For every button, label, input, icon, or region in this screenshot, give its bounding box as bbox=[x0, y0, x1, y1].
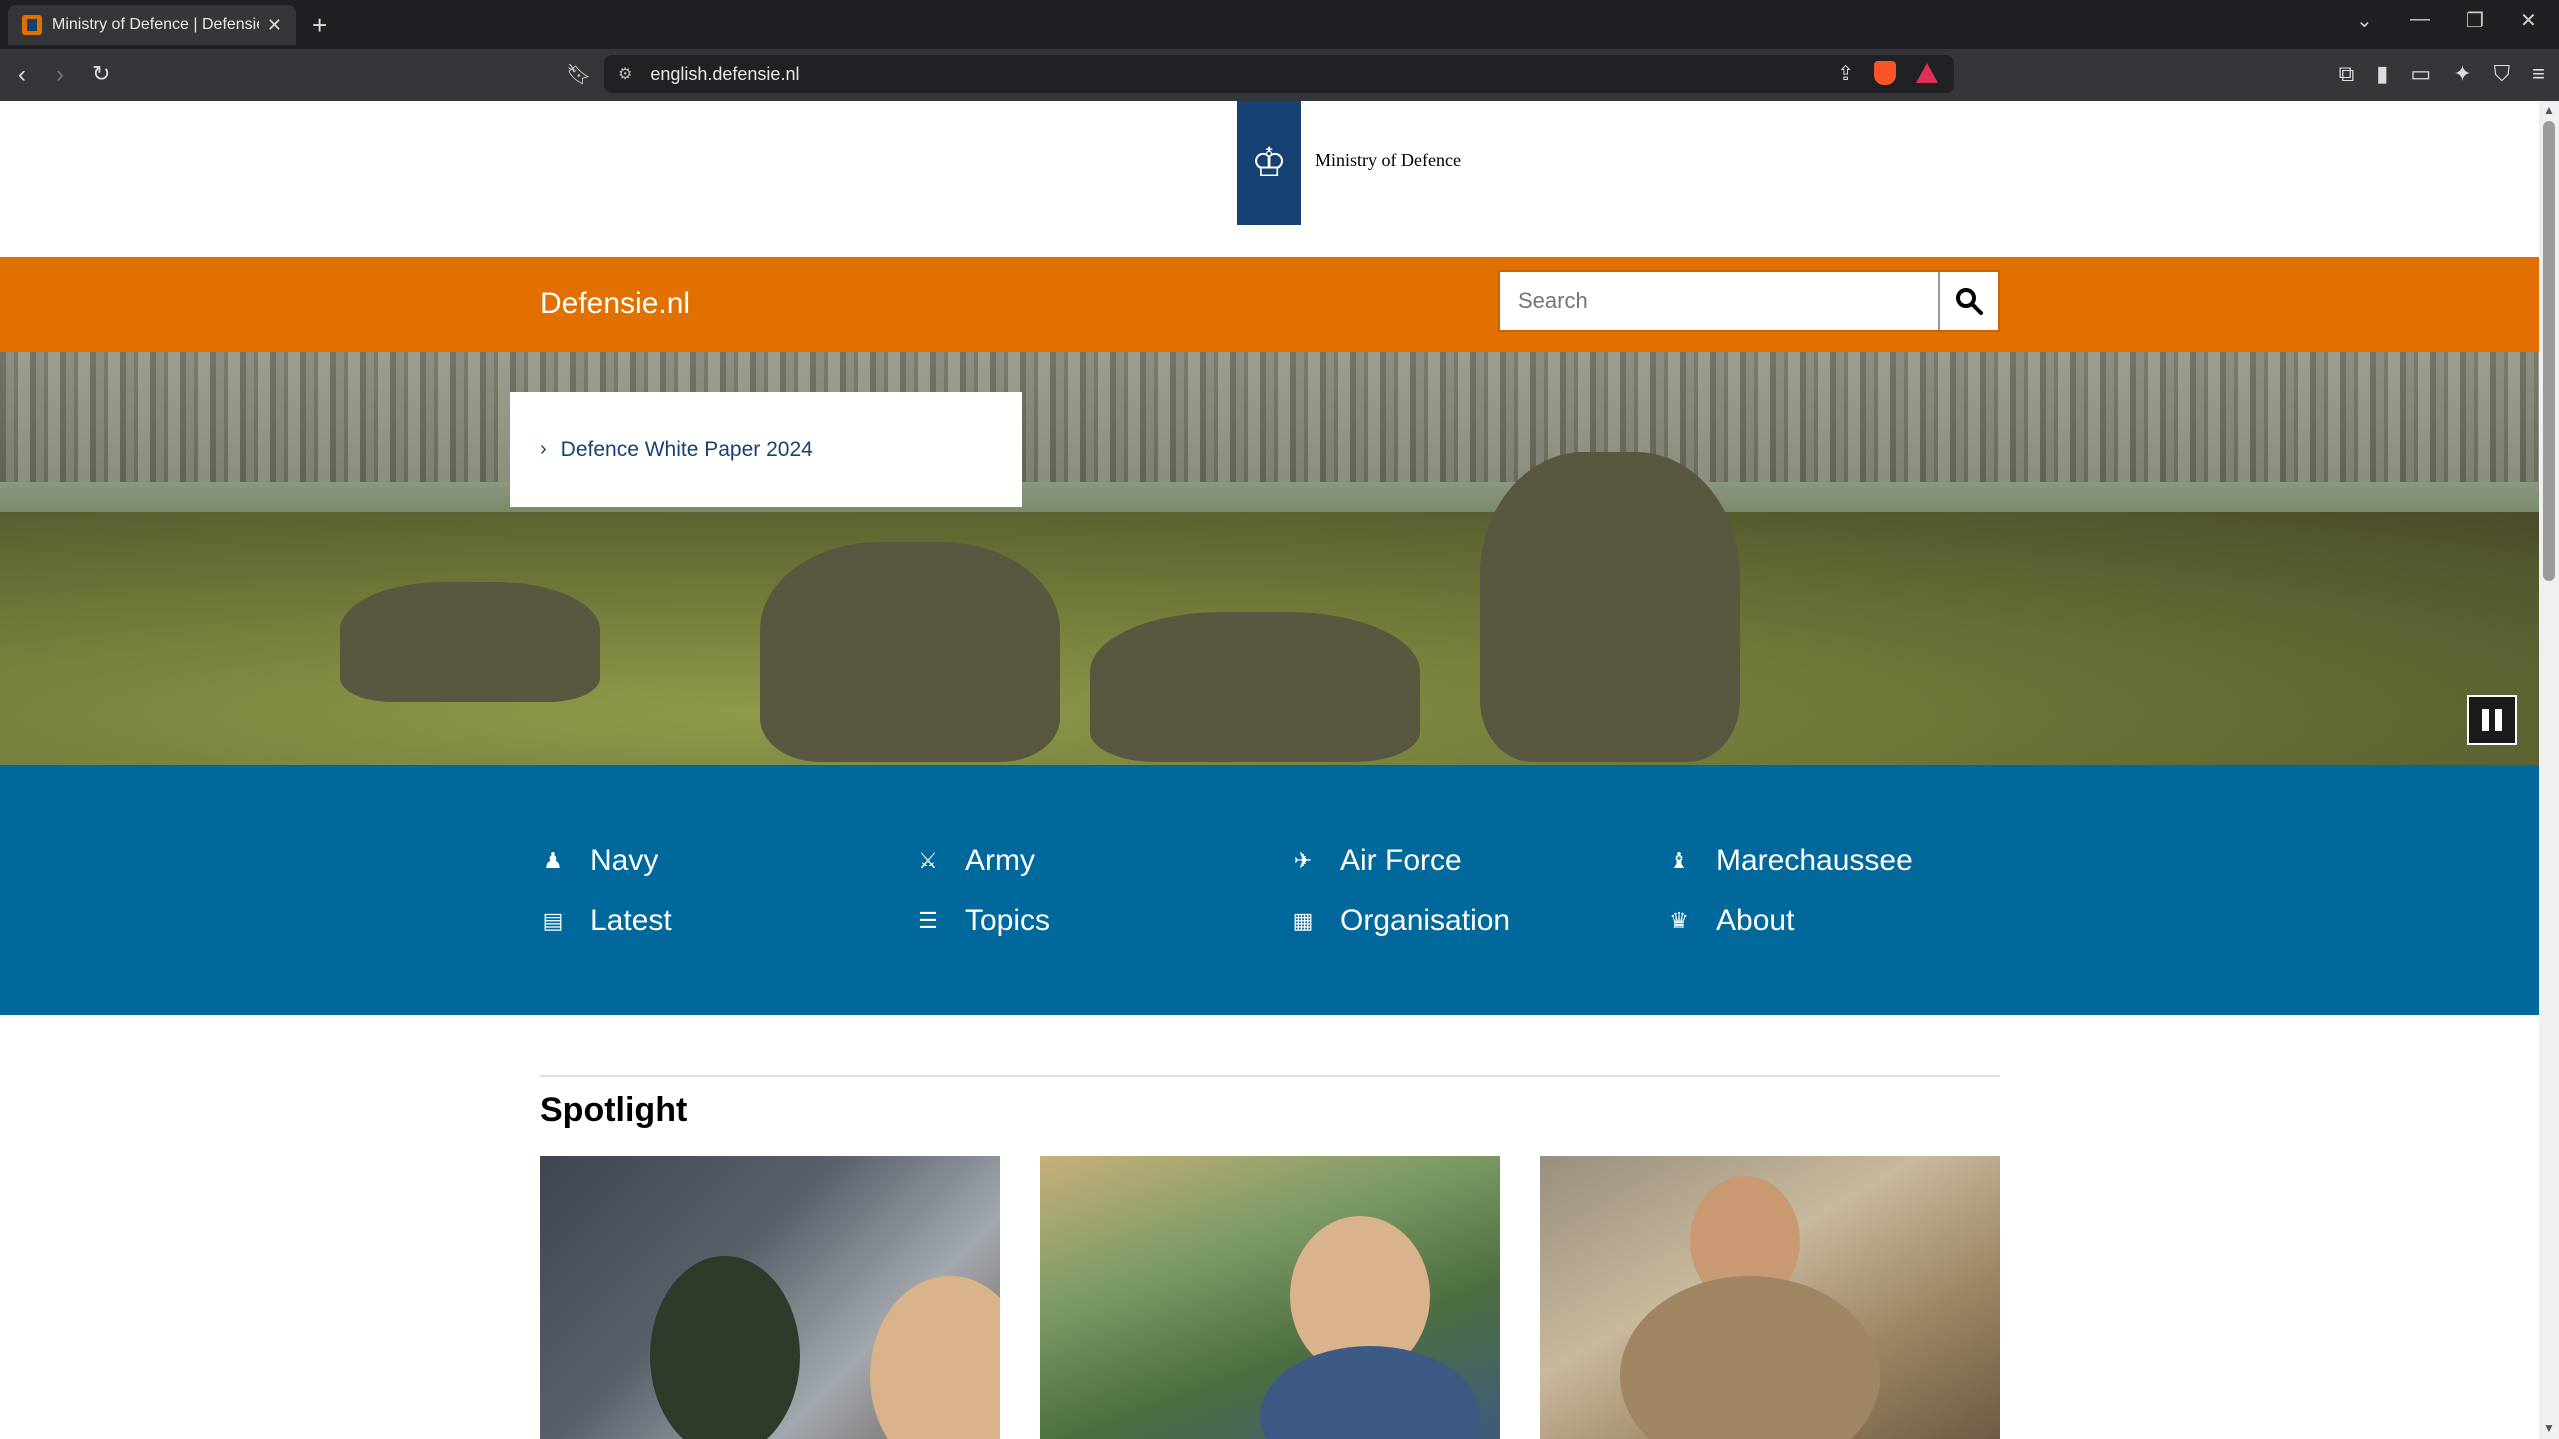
vpn-icon[interactable]: ⛉ bbox=[2494, 61, 2511, 87]
section-divider bbox=[540, 1075, 2000, 1077]
nav-label: Air Force bbox=[1340, 844, 1462, 877]
army-icon: ⚔ bbox=[918, 848, 938, 873]
newspaper-icon: ▤ bbox=[542, 908, 564, 933]
site-name-link[interactable]: Defensie.nl bbox=[540, 287, 690, 321]
navy-icon: ♟ bbox=[543, 848, 563, 873]
hero-image-soldier bbox=[1090, 612, 1420, 762]
nav-label: Organisation bbox=[1340, 904, 1511, 937]
main-navigation: ♟ Navy ⚔ Army ✈ Air Force ♝ Marechaussee… bbox=[0, 765, 2539, 1015]
nav-item-organisation[interactable]: ▦ Organisation bbox=[1290, 904, 1511, 938]
back-icon[interactable]: ‹ bbox=[18, 61, 26, 89]
hero-image-soldier bbox=[340, 582, 600, 702]
nav-item-about[interactable]: ♛ About bbox=[1666, 904, 1794, 938]
pause-icon bbox=[2482, 709, 2489, 731]
pause-slideshow-button[interactable] bbox=[2467, 695, 2517, 745]
hero-image-soldier bbox=[1480, 452, 1740, 762]
chevron-right-icon: › bbox=[540, 438, 547, 460]
hero-image-soldier bbox=[760, 542, 1060, 762]
reload-icon[interactable]: ↻ bbox=[92, 61, 110, 87]
brave-shields-icon[interactable] bbox=[1874, 61, 1896, 85]
hero-banner: › Defence White Paper 2024 bbox=[0, 352, 2539, 765]
spotlight-heading: Spotlight bbox=[540, 1091, 688, 1129]
nav-label: Navy bbox=[590, 844, 659, 877]
coat-of-arms-icon: ♔ bbox=[1237, 101, 1301, 225]
nav-label: Topics bbox=[965, 904, 1051, 937]
nav-label: Army bbox=[965, 844, 1035, 877]
address-bar[interactable]: ⚙ english.defensie.nl ⇪ bbox=[604, 55, 1954, 93]
image-figure bbox=[1260, 1346, 1480, 1439]
nav-item-topics[interactable]: ☰ Topics bbox=[915, 904, 1050, 938]
wallet-icon[interactable]: ▭ bbox=[2410, 61, 2431, 87]
bookmark-icon[interactable]: 🔖︎ bbox=[566, 62, 591, 87]
hero-image-treeline bbox=[0, 352, 2539, 482]
image-figure bbox=[1620, 1276, 1880, 1439]
white-paper-link[interactable]: Defence White Paper 2024 bbox=[561, 438, 813, 462]
share-icon[interactable]: ⇪ bbox=[1837, 61, 1854, 86]
pause-icon-bar bbox=[2495, 709, 2502, 731]
nav-item-army[interactable]: ⚔ Army bbox=[915, 844, 1035, 878]
nav-item-air-force[interactable]: ✈ Air Force bbox=[1290, 844, 1462, 878]
new-tab-icon[interactable]: + bbox=[312, 10, 327, 41]
restore-icon[interactable]: ❐ bbox=[2466, 8, 2484, 33]
spotlight-card-image[interactable] bbox=[1540, 1156, 2000, 1439]
building-icon: ▦ bbox=[1292, 908, 1314, 933]
org-name: Ministry of Defence bbox=[1315, 149, 1461, 170]
browser-tab[interactable]: Ministry of Defence | Defensie.nl ✕ bbox=[8, 5, 296, 45]
hero-link-card: › Defence White Paper 2024 bbox=[510, 392, 1022, 507]
nav-item-marechaussee[interactable]: ♝ Marechaussee bbox=[1666, 844, 1913, 878]
favicon-icon bbox=[22, 15, 42, 35]
nav-label: Latest bbox=[590, 904, 672, 937]
nav-label: About bbox=[1716, 904, 1795, 937]
search-form bbox=[1498, 270, 2000, 332]
air-force-icon: ✈ bbox=[1293, 848, 1313, 873]
image-figure bbox=[870, 1276, 1000, 1439]
extensions-icon[interactable]: ⧉ bbox=[2339, 61, 2355, 87]
sidebar-icon[interactable]: ▮ bbox=[2376, 61, 2388, 87]
site-info-icon[interactable]: ⚙ bbox=[618, 64, 632, 84]
web-page: ♔ Ministry of Defence Defensie.nl › Defe… bbox=[0, 101, 2539, 1439]
close-window-icon[interactable]: ✕ bbox=[2520, 8, 2537, 33]
tab-list-chevron-icon[interactable]: ⌄ bbox=[2356, 8, 2373, 33]
forward-icon[interactable]: › bbox=[56, 61, 64, 89]
minimize-icon[interactable]: — bbox=[2410, 8, 2430, 31]
nav-item-latest[interactable]: ▤ Latest bbox=[540, 904, 672, 938]
scrollbar-thumb[interactable] bbox=[2543, 121, 2555, 581]
image-figure bbox=[650, 1256, 800, 1439]
list-icon: ☰ bbox=[918, 908, 938, 933]
nav-item-navy[interactable]: ♟ Navy bbox=[540, 844, 658, 878]
site-logo[interactable]: ♔ Ministry of Defence bbox=[1237, 101, 1461, 225]
search-icon bbox=[1956, 288, 1983, 315]
scroll-up-icon[interactable]: ▲ bbox=[2543, 103, 2555, 117]
nav-label: Marechaussee bbox=[1716, 844, 1913, 877]
browser-toolbar: ‹ › ↻ 🔖︎ ⚙ english.defensie.nl ⇪ ⧉ ▮ ▭ ✦… bbox=[0, 49, 2559, 101]
leo-ai-icon[interactable]: ✦ bbox=[2453, 61, 2471, 87]
brave-rewards-icon[interactable] bbox=[1916, 63, 1938, 83]
url-text[interactable]: english.defensie.nl bbox=[650, 64, 799, 85]
browser-tab-bar: Ministry of Defence | Defensie.nl ✕ + ⌄ … bbox=[0, 0, 2559, 49]
menu-icon[interactable]: ≡ bbox=[2532, 61, 2545, 87]
search-input[interactable] bbox=[1500, 272, 1938, 330]
scroll-down-icon[interactable]: ▼ bbox=[2543, 1421, 2555, 1435]
coat-of-arms-icon: ♛ bbox=[1669, 908, 1689, 933]
page-scrollbar[interactable]: ▲ ▼ bbox=[2539, 101, 2559, 1439]
marechaussee-icon: ♝ bbox=[1669, 848, 1689, 873]
site-header-bar: Defensie.nl bbox=[0, 257, 2539, 352]
tab-title: Ministry of Defence | Defensie.nl bbox=[52, 16, 259, 33]
spotlight-card-image[interactable] bbox=[1040, 1156, 1500, 1439]
search-button[interactable] bbox=[1938, 272, 1998, 330]
spotlight-card-image[interactable] bbox=[540, 1156, 1000, 1439]
close-tab-icon[interactable]: ✕ bbox=[267, 15, 282, 36]
